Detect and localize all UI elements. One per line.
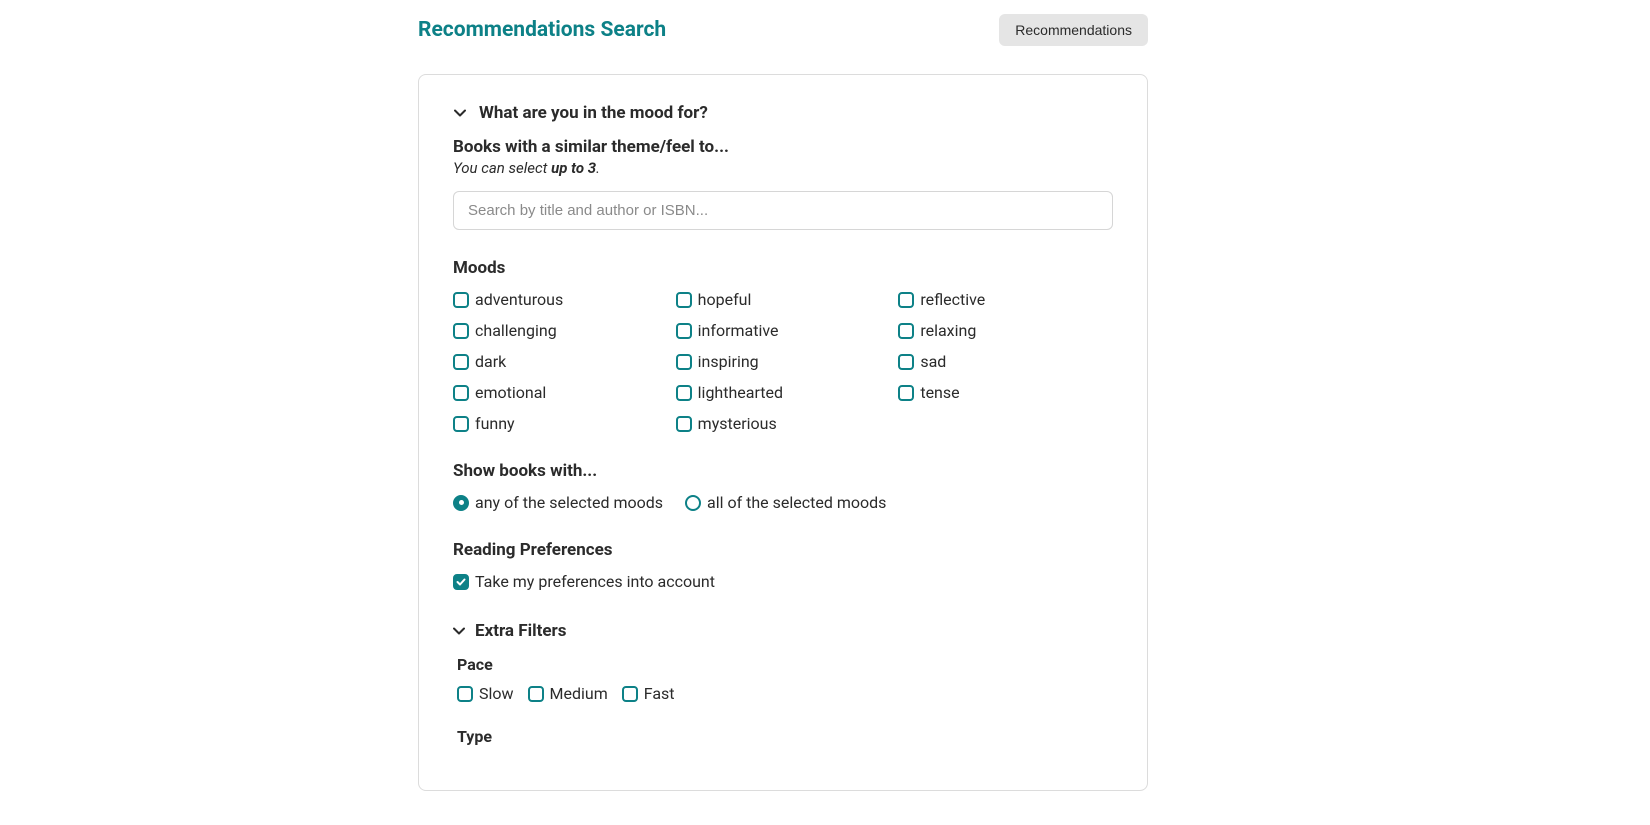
checkbox-icon xyxy=(676,292,692,308)
chevron-down-icon xyxy=(453,622,465,641)
extra-filters-toggle[interactable]: Extra Filters xyxy=(453,621,1113,641)
moods-grid: adventurous challenging dark emotional funny… xyxy=(453,290,1113,433)
pace-row: Slow Medium Fast xyxy=(457,684,1113,703)
pace-option-slow[interactable]: Slow xyxy=(457,684,514,703)
show-books-row: any of the selected moods all of the sele… xyxy=(453,493,1113,512)
show-books-radio-any[interactable]: any of the selected moods xyxy=(453,493,663,512)
mood-option-adventurous[interactable]: adventurous xyxy=(453,290,668,309)
mood-option-sad[interactable]: sad xyxy=(898,352,1113,371)
moods-label: Moods xyxy=(453,258,1113,278)
mood-option-label: dark xyxy=(475,352,506,371)
pace-option-label: Fast xyxy=(644,684,675,703)
checkbox-icon xyxy=(453,292,469,308)
mood-option-funny[interactable]: funny xyxy=(453,414,668,433)
mood-option-label: tense xyxy=(920,383,959,402)
chevron-down-icon xyxy=(453,106,467,120)
mood-option-lighthearted[interactable]: lighthearted xyxy=(676,383,891,402)
checkbox-icon xyxy=(898,292,914,308)
checkbox-icon xyxy=(453,574,469,590)
select-limit-hint: You can select up to 3. xyxy=(453,159,1113,177)
reading-prefs-label: Reading Preferences xyxy=(453,540,1113,560)
pace-option-medium[interactable]: Medium xyxy=(528,684,608,703)
mood-option-label: funny xyxy=(475,414,515,433)
show-books-radio-all[interactable]: all of the selected moods xyxy=(685,493,886,512)
mood-option-label: mysterious xyxy=(698,414,777,433)
checkbox-icon xyxy=(898,323,914,339)
pace-option-label: Slow xyxy=(479,684,514,703)
mood-option-challenging[interactable]: challenging xyxy=(453,321,668,340)
mood-option-relaxing[interactable]: relaxing xyxy=(898,321,1113,340)
mood-option-label: adventurous xyxy=(475,290,563,309)
radio-icon xyxy=(685,495,701,511)
mood-option-label: sad xyxy=(920,352,946,371)
checkbox-icon xyxy=(676,354,692,370)
checkbox-icon xyxy=(898,385,914,401)
mood-option-dark[interactable]: dark xyxy=(453,352,668,371)
checkbox-icon xyxy=(676,323,692,339)
mood-option-mysterious[interactable]: mysterious xyxy=(676,414,891,433)
type-label: Type xyxy=(457,727,1113,746)
checkbox-icon xyxy=(622,686,638,702)
radio-icon xyxy=(453,495,469,511)
checkbox-icon xyxy=(457,686,473,702)
recommendations-button[interactable]: Recommendations xyxy=(999,14,1148,46)
book-search-input[interactable] xyxy=(453,191,1113,230)
checkbox-icon xyxy=(528,686,544,702)
pace-option-fast[interactable]: Fast xyxy=(622,684,675,703)
filters-card: What are you in the mood for? Books with… xyxy=(418,74,1148,791)
radio-label: any of the selected moods xyxy=(475,493,663,512)
checkbox-icon xyxy=(453,354,469,370)
similar-theme-label: Books with a similar theme/feel to... xyxy=(453,137,1113,157)
extra-filters-title: Extra Filters xyxy=(475,621,566,641)
pace-option-label: Medium xyxy=(550,684,608,703)
mood-option-label: inspiring xyxy=(698,352,759,371)
mood-option-label: challenging xyxy=(475,321,557,340)
mood-option-inspiring[interactable]: inspiring xyxy=(676,352,891,371)
mood-option-label: hopeful xyxy=(698,290,752,309)
mood-option-informative[interactable]: informative xyxy=(676,321,891,340)
mood-section-title: What are you in the mood for? xyxy=(479,103,708,123)
mood-option-emotional[interactable]: emotional xyxy=(453,383,668,402)
take-prefs-checkbox[interactable]: Take my preferences into account xyxy=(453,572,1113,591)
checkbox-icon xyxy=(453,385,469,401)
pace-label: Pace xyxy=(457,655,1113,674)
take-prefs-label: Take my preferences into account xyxy=(475,572,715,591)
mood-option-label: reflective xyxy=(920,290,985,309)
mood-option-hopeful[interactable]: hopeful xyxy=(676,290,891,309)
mood-option-reflective[interactable]: reflective xyxy=(898,290,1113,309)
show-books-label: Show books with... xyxy=(453,461,1113,481)
mood-option-label: emotional xyxy=(475,383,546,402)
checkbox-icon xyxy=(676,416,692,432)
mood-option-tense[interactable]: tense xyxy=(898,383,1113,402)
mood-option-label: lighthearted xyxy=(698,383,783,402)
checkbox-icon xyxy=(898,354,914,370)
checkbox-icon xyxy=(676,385,692,401)
mood-option-label: relaxing xyxy=(920,321,976,340)
radio-label: all of the selected moods xyxy=(707,493,886,512)
checkbox-icon xyxy=(453,416,469,432)
page-title: Recommendations Search xyxy=(418,18,666,42)
mood-option-label: informative xyxy=(698,321,779,340)
mood-section-toggle[interactable]: What are you in the mood for? xyxy=(453,103,1113,123)
checkbox-icon xyxy=(453,323,469,339)
